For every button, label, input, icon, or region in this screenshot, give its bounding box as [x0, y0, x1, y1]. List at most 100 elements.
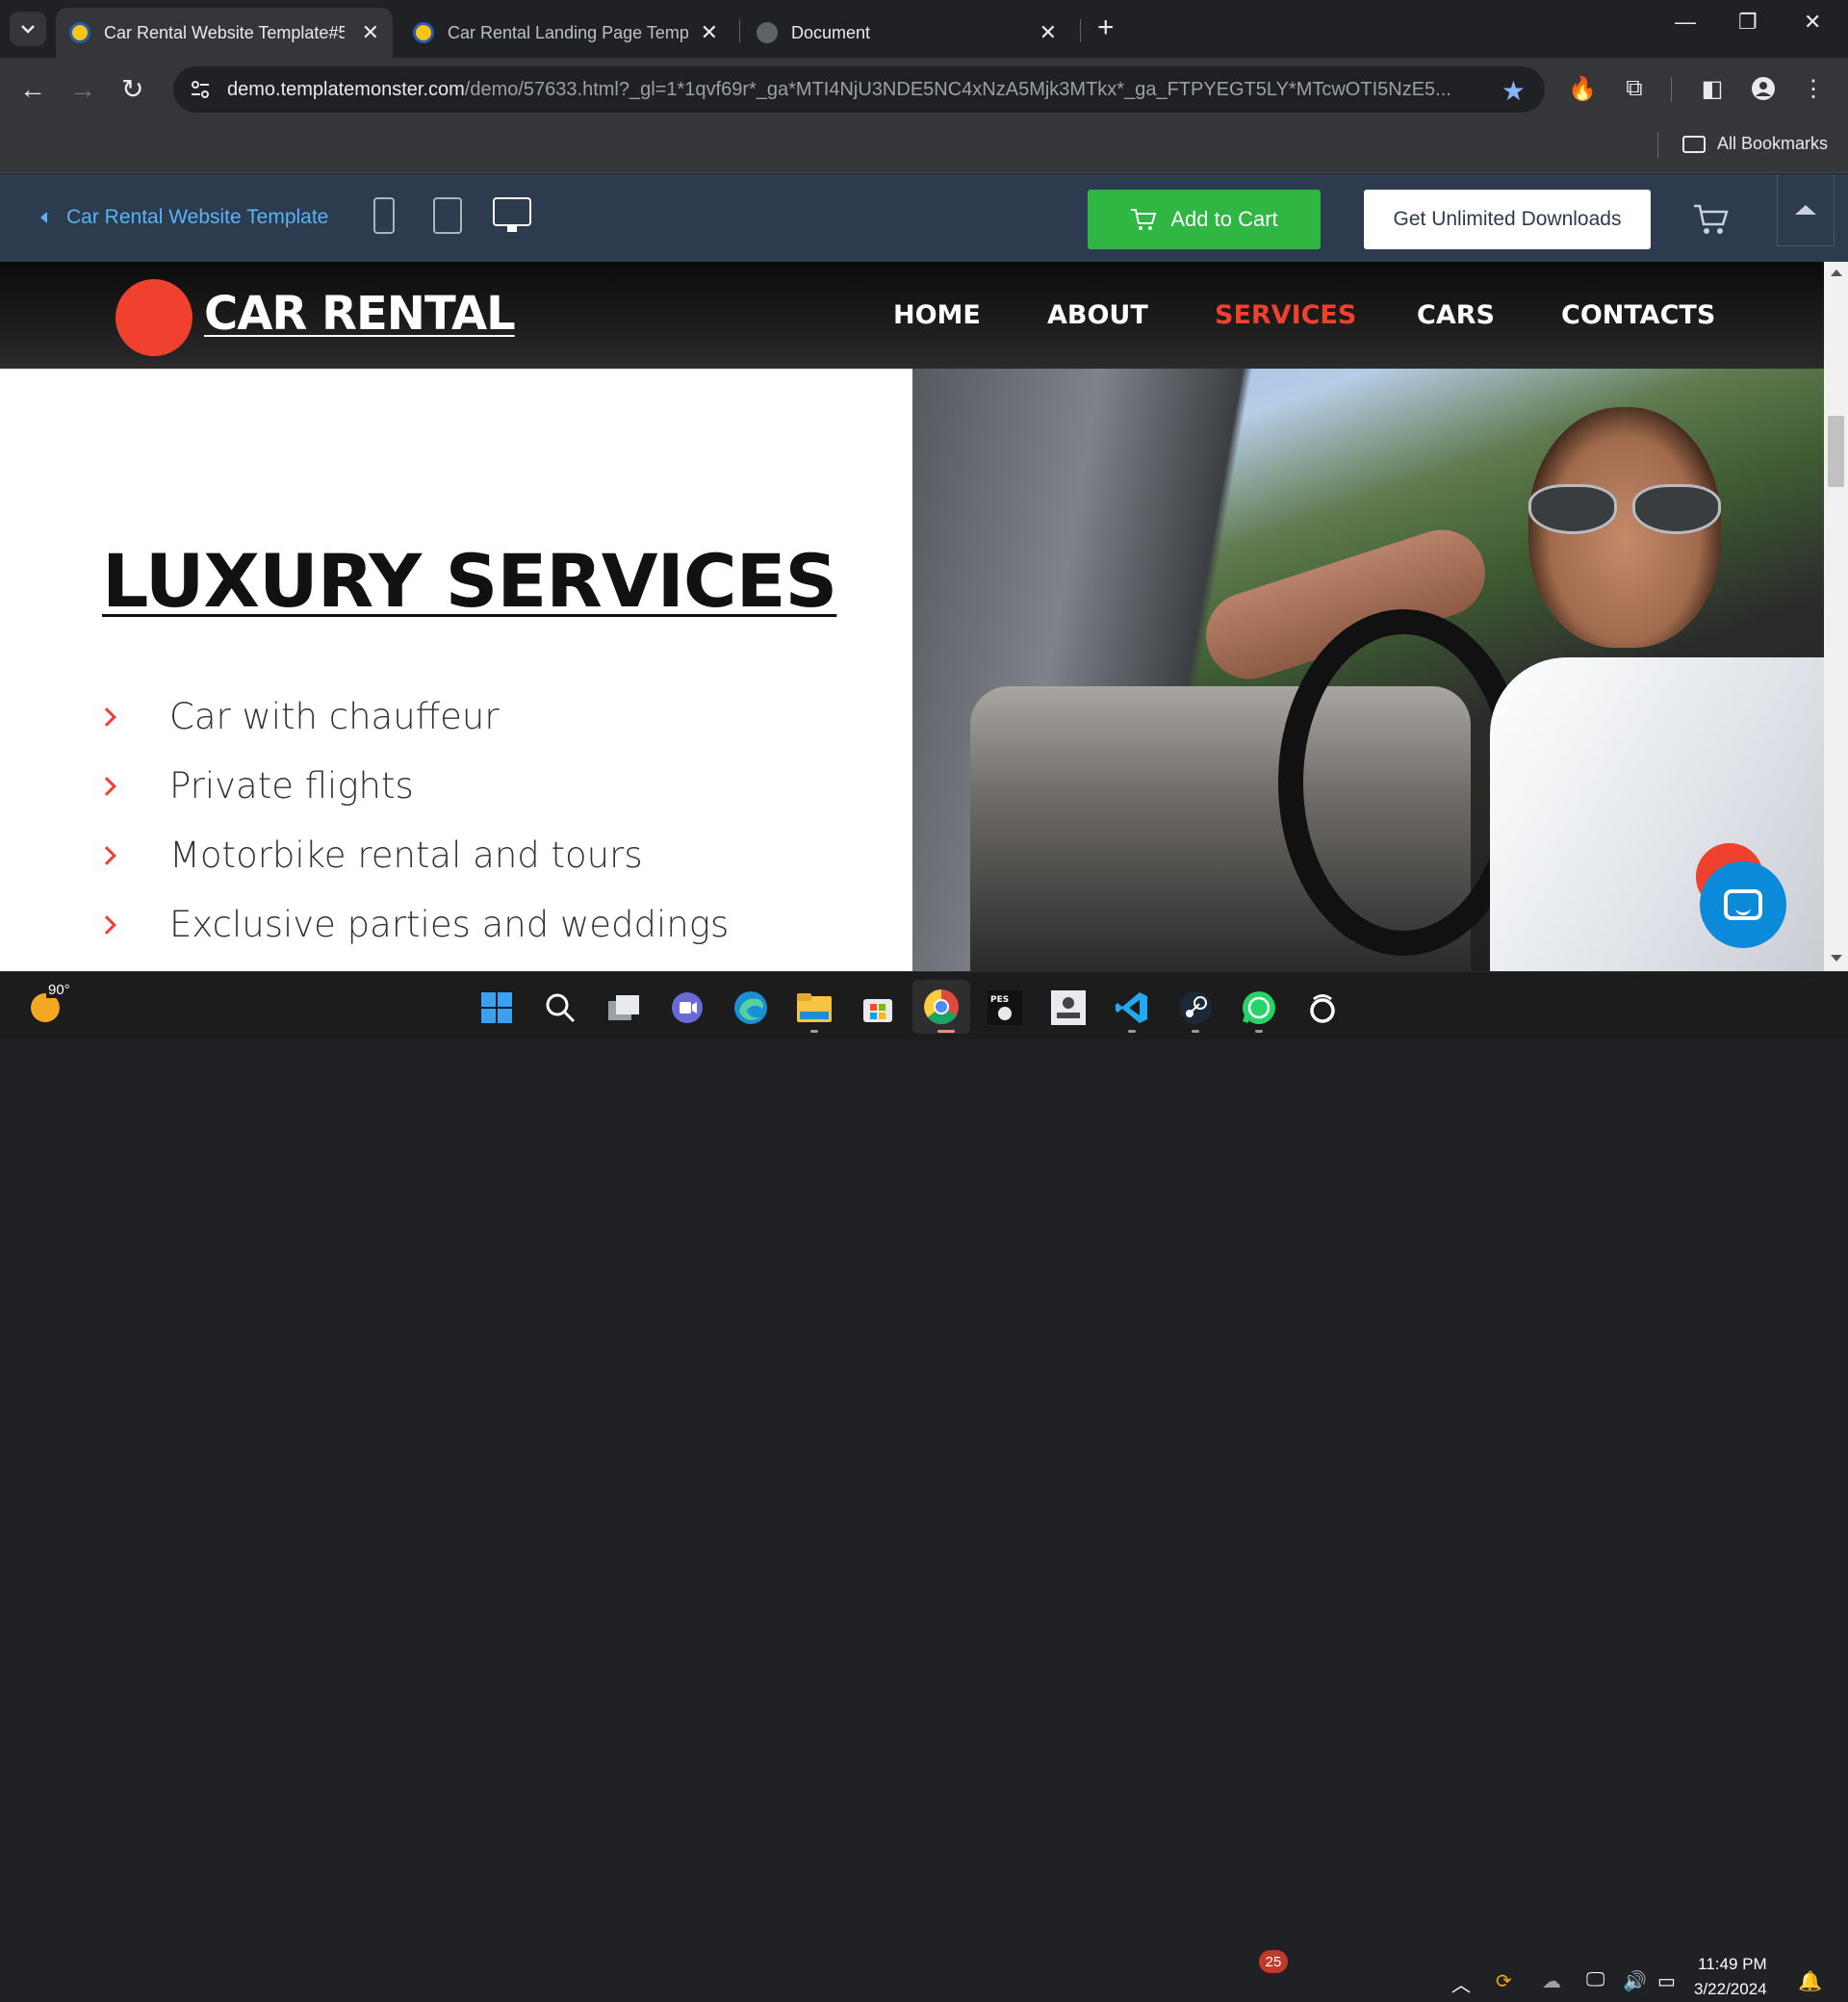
- show-hidden-icons-icon[interactable]: ︿: [1451, 1969, 1471, 1997]
- logo-circle-icon[interactable]: [116, 279, 192, 356]
- profile-avatar-icon[interactable]: [1748, 73, 1779, 104]
- extensions-puzzle-icon[interactable]: ⧉: [1619, 73, 1650, 104]
- menu-kebab-icon[interactable]: ⋮: [1798, 73, 1829, 104]
- chevron-down-icon: [21, 25, 35, 34]
- url-text: demo.templatemonster.com/demo/57633.html…: [227, 79, 1478, 101]
- nav-about[interactable]: ABOUT: [1047, 300, 1148, 330]
- pes-game-icon[interactable]: PES: [986, 988, 1024, 1027]
- tab-car-rental-website[interactable]: Car Rental Website Template#5 ✕: [56, 8, 393, 58]
- all-bookmarks-button[interactable]: All Bookmarks: [1682, 134, 1828, 154]
- browser-toolbar: ← → ↻ demo.templatemonster.com/demo/5763…: [0, 58, 1848, 121]
- service-label: Motorbike rental and tours: [169, 834, 643, 876]
- system-clock[interactable]: 11:49 PM 3/22/2024: [1694, 1952, 1767, 2002]
- bookmarks-separator: [1657, 133, 1658, 158]
- volume-icon[interactable]: 🔊: [1623, 1969, 1647, 1993]
- tab-title: Car Rental Landing Page Templa: [448, 22, 688, 42]
- list-item: Car with chauffeur: [97, 696, 500, 737]
- back-link-label: Car Rental Website Template: [66, 206, 329, 228]
- battery-icon[interactable]: ▭: [1657, 1969, 1676, 1993]
- service-label: Private flights: [169, 765, 414, 807]
- reload-icon[interactable]: ↻: [121, 72, 143, 107]
- sync-icon[interactable]: ⟳: [1496, 1969, 1512, 1993]
- network-icon[interactable]: 🖵: [1586, 1969, 1604, 1991]
- address-bar[interactable]: demo.templatemonster.com/demo/57633.html…: [173, 66, 1545, 113]
- mobile-view-icon[interactable]: [373, 197, 395, 234]
- clock-date: 3/22/2024: [1694, 1980, 1767, 1998]
- task-view-icon[interactable]: [604, 988, 643, 1027]
- edge-browser-icon[interactable]: [732, 988, 770, 1027]
- tab-title: Car Rental Website Template#5: [104, 22, 345, 42]
- scroll-down-arrow-icon[interactable]: [1831, 955, 1842, 962]
- close-tab-icon[interactable]: ✕: [1040, 20, 1057, 45]
- chevron-right-icon: [97, 914, 116, 935]
- extension-fire-icon[interactable]: 🔥: [1567, 73, 1598, 104]
- site-settings-icon[interactable]: [189, 78, 212, 101]
- templatemonster-favicon-icon: [413, 22, 434, 43]
- close-window-icon[interactable]: ✕: [1804, 10, 1821, 35]
- templatemonster-favicon-icon: [69, 22, 90, 43]
- chevron-right-icon: [97, 706, 116, 727]
- desktop-view-icon[interactable]: [493, 197, 531, 226]
- restore-icon[interactable]: ❐: [1738, 10, 1758, 35]
- all-bookmarks-label: All Bookmarks: [1717, 134, 1829, 153]
- tab-separator: [739, 19, 740, 42]
- file-explorer-icon[interactable]: [795, 988, 834, 1027]
- caret-left-icon: [40, 212, 47, 223]
- tab-search-button[interactable]: [10, 12, 46, 46]
- tablet-view-icon[interactable]: [433, 197, 462, 234]
- new-tab-icon[interactable]: +: [1097, 12, 1115, 44]
- vscode-icon[interactable]: [1113, 988, 1151, 1027]
- services-panel: LUXURY SERVICES Car with chauffeur Priva…: [0, 369, 912, 971]
- whatsapp-icon[interactable]: [1240, 988, 1278, 1027]
- live-chat-button[interactable]: [1700, 861, 1786, 948]
- url-host: demo.templatemonster.com: [227, 79, 465, 100]
- tab-car-rental-landing[interactable]: Car Rental Landing Page Templa ✕: [399, 8, 732, 58]
- shopping-cart-icon[interactable]: [1692, 203, 1729, 236]
- onedrive-cloud-icon[interactable]: ☁: [1542, 1969, 1561, 1993]
- collapse-bar-button[interactable]: [1777, 174, 1835, 246]
- running-indicator: [1192, 1030, 1199, 1033]
- page-scrollbar[interactable]: [1824, 262, 1848, 971]
- notification-bell-icon[interactable]: 🔔: [1798, 1969, 1822, 1993]
- running-indicator: [1128, 1030, 1136, 1033]
- tab-document[interactable]: Document ✕: [743, 8, 1070, 58]
- globe-icon: [757, 22, 778, 43]
- back-to-template-link[interactable]: Car Rental Website Template: [40, 206, 328, 229]
- close-tab-icon[interactable]: ✕: [362, 20, 379, 45]
- bookmarks-bar: All Bookmarks: [0, 121, 1848, 173]
- side-panel-icon[interactable]: ◧: [1697, 73, 1728, 104]
- site-logo[interactable]: CAR RENTAL: [204, 287, 516, 341]
- scroll-up-arrow-icon[interactable]: [1831, 270, 1842, 276]
- weather-temp: 90°: [46, 982, 72, 998]
- forward-arrow-icon[interactable]: →: [69, 72, 96, 107]
- service-label: Car with chauffeur: [169, 696, 500, 737]
- scrollbar-thumb[interactable]: [1828, 416, 1844, 487]
- photo-sunglasses: [1528, 484, 1731, 537]
- nav-contacts[interactable]: CONTACTS: [1561, 300, 1715, 330]
- get-unlimited-downloads-button[interactable]: Get Unlimited Downloads: [1364, 190, 1651, 249]
- unlimited-downloads-label: Get Unlimited Downloads: [1393, 208, 1622, 230]
- weather-widget[interactable]: 90°: [29, 982, 72, 1022]
- bookmark-star-icon[interactable]: ★: [1502, 75, 1526, 107]
- list-item: Exclusive parties and weddings: [97, 904, 729, 945]
- chevron-right-icon: [97, 845, 116, 865]
- clock-time: 11:49 PM: [1698, 1955, 1767, 1973]
- nav-cars[interactable]: CARS: [1417, 300, 1495, 330]
- teams-chat-icon[interactable]: [668, 988, 706, 1027]
- steam-icon[interactable]: [1176, 988, 1215, 1027]
- chrome-browser-icon[interactable]: [912, 980, 970, 1034]
- minimize-icon[interactable]: —: [1675, 10, 1696, 35]
- nav-home[interactable]: HOME: [893, 300, 981, 330]
- microsoft-store-icon[interactable]: [859, 988, 897, 1027]
- close-tab-icon[interactable]: ✕: [701, 20, 718, 45]
- templatemonster-demo-bar: Car Rental Website Template Add to Cart …: [0, 174, 1848, 262]
- nav-services[interactable]: SERVICES: [1215, 300, 1356, 330]
- ring-app-icon[interactable]: [1303, 988, 1342, 1027]
- fifa-game-icon[interactable]: [1049, 988, 1088, 1027]
- svg-text:PES: PES: [990, 995, 1009, 1005]
- running-indicator: [810, 1030, 818, 1033]
- add-to-cart-button[interactable]: Add to Cart: [1088, 190, 1321, 249]
- windows-start-icon[interactable]: [477, 988, 516, 1027]
- search-icon[interactable]: [541, 988, 579, 1027]
- back-arrow-icon[interactable]: ←: [19, 72, 46, 107]
